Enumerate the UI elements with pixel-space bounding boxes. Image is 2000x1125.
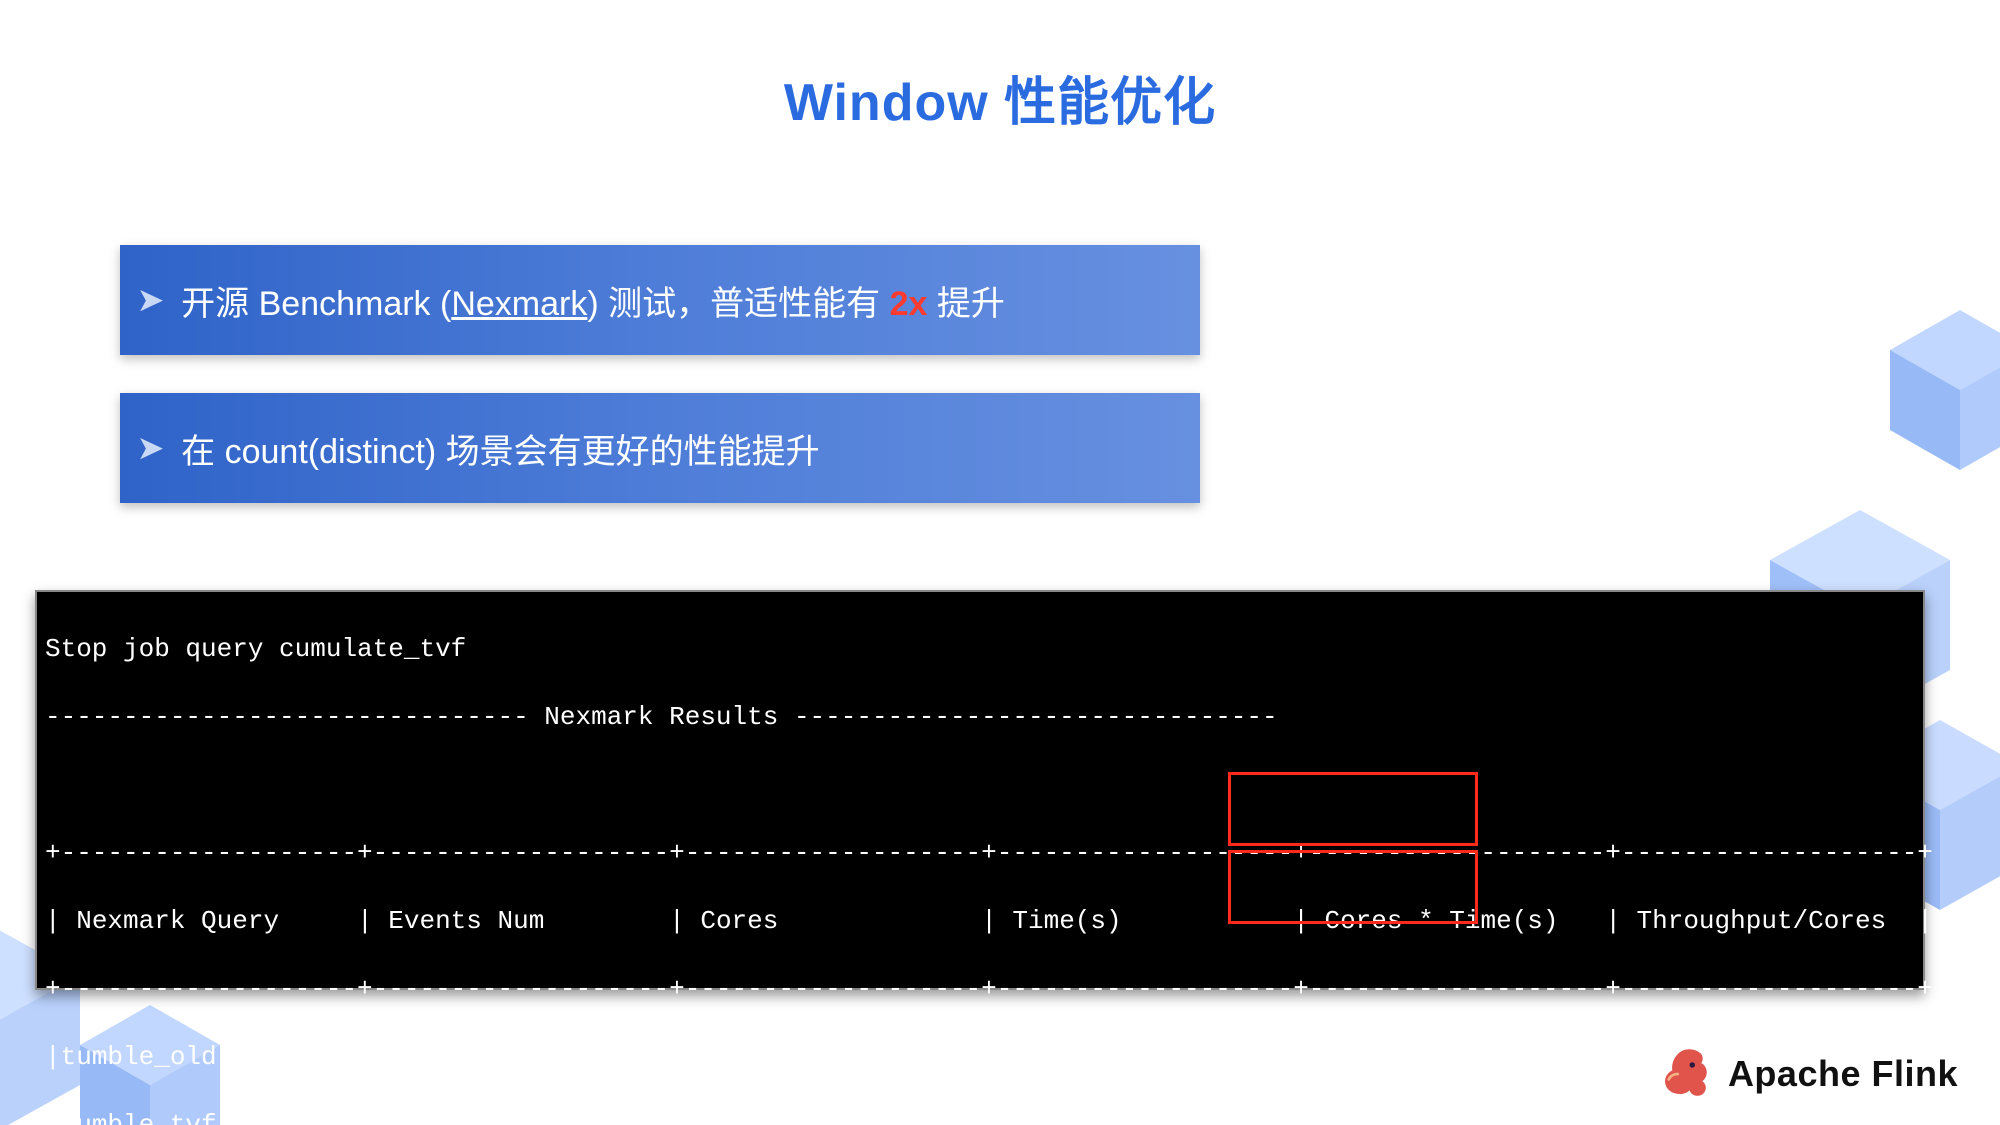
chevron-right-icon: ➤ [138, 431, 163, 466]
terminal-results-header: ------------------------------- Nexmark … [45, 700, 1915, 734]
terminal-header-row: | Nexmark Query | Events Num | Cores | T… [45, 904, 1915, 938]
bullet-count-distinct: ➤ 在 count(distinct) 场景会有更好的性能提升 [120, 393, 1200, 503]
slide-title: Window 性能优化 [0, 60, 2000, 135]
nexmark-link[interactable]: Nexmark [451, 285, 587, 323]
bullet1-text: 开源 Benchmark (Nexmark) 测试，普适性能有 2x 提升 [181, 276, 1005, 325]
table-row: |tumble_tvf |100,000,000 |11.08 |46.406 … [45, 1108, 1915, 1125]
terminal-output: Stop job query cumulate_tvf ------------… [35, 590, 1925, 990]
terminal-sep: +-------------------+-------------------… [45, 836, 1915, 870]
bullet2-text: 在 count(distinct) 场景会有更好的性能提升 [181, 424, 820, 473]
chevron-right-icon: ➤ [138, 283, 163, 318]
flink-squirrel-icon [1656, 1045, 1714, 1103]
bullet-benchmark: ➤ 开源 Benchmark (Nexmark) 测试，普适性能有 2x 提升 [120, 245, 1200, 355]
terminal-sep: +-------------------+-------------------… [45, 972, 1915, 1006]
apache-flink-text: Apache Flink [1728, 1053, 1958, 1095]
table-row: |tumble_old |100,000,000 |11.84 |105.721… [45, 1040, 1915, 1074]
apache-flink-logo: Apache Flink [1656, 1045, 1958, 1103]
emphasis-2x: 2x [890, 285, 928, 323]
terminal-stop-line: Stop job query cumulate_tvf [45, 632, 1915, 666]
